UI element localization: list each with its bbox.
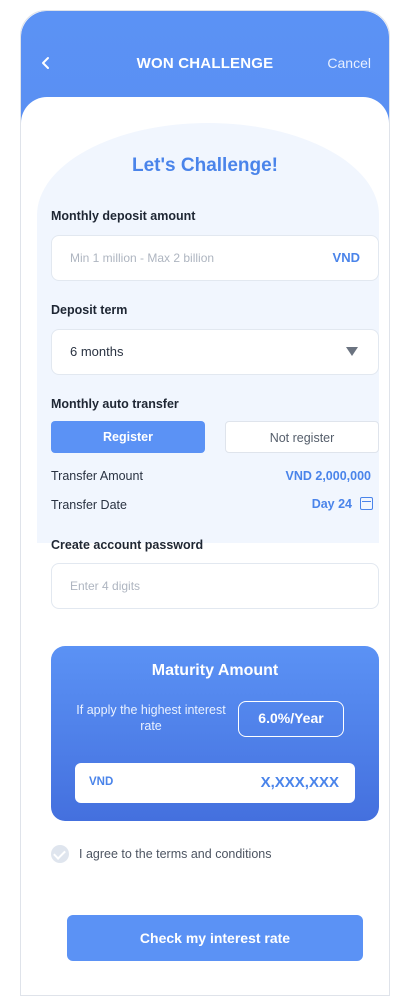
deposit-placeholder: Min 1 million - Max 2 billion: [70, 251, 215, 265]
maturity-currency: VND: [89, 776, 114, 788]
currency-suffix: VND: [332, 250, 360, 265]
calendar-icon: [360, 497, 373, 510]
password-input[interactable]: Enter 4 digits: [51, 563, 379, 609]
terms-label: I agree to the terms and conditions: [79, 847, 272, 861]
not-register-button[interactable]: Not register: [225, 421, 379, 453]
check-interest-button[interactable]: Check my interest rate: [67, 915, 363, 961]
maturity-note: If apply the highest interest rate: [76, 703, 226, 733]
challenge-heading: Let's Challenge!: [132, 155, 278, 176]
transfer-date-value: Day 24: [311, 497, 352, 511]
transfer-amount-value: VND 2,000,000: [285, 469, 371, 483]
transfer-amount-label: Transfer Amount: [51, 469, 143, 483]
maturity-title: Maturity Amount: [151, 662, 279, 679]
password-label: Create account password: [51, 538, 204, 552]
term-label: Deposit term: [51, 303, 128, 317]
deposit-label: Monthly deposit amount: [51, 209, 196, 223]
transfer-date-label: Transfer Date: [51, 498, 127, 512]
password-placeholder: Enter 4 digits: [70, 579, 141, 593]
form-sheet: Let's Challenge! Monthly deposit amount …: [21, 97, 389, 995]
dropdown-caret-icon: [346, 347, 358, 356]
check-circle-icon[interactable]: [51, 845, 69, 863]
cancel-button[interactable]: Cancel: [327, 55, 371, 71]
register-button[interactable]: Register: [51, 421, 205, 453]
terms-agreement[interactable]: I agree to the terms and conditions: [51, 845, 271, 863]
app-frame: WON CHALLENGE Cancel Let's Challenge! Mo…: [20, 10, 390, 996]
maturity-card: Maturity Amount If apply the highest int…: [51, 646, 379, 821]
deposit-term-select[interactable]: 6 months: [51, 329, 379, 375]
maturity-amount-value: X,XXX,XXX: [260, 774, 339, 791]
auto-transfer-label: Monthly auto transfer: [51, 397, 179, 411]
term-selected-value: 6 months: [70, 344, 124, 359]
transfer-date-picker[interactable]: Day 24: [312, 497, 373, 511]
deposit-amount-input[interactable]: Min 1 million - Max 2 billion VND: [51, 235, 379, 281]
interest-rate-badge: 6.0%/Year: [238, 701, 344, 737]
maturity-amount-box: VND X,XXX,XXX: [75, 763, 355, 803]
